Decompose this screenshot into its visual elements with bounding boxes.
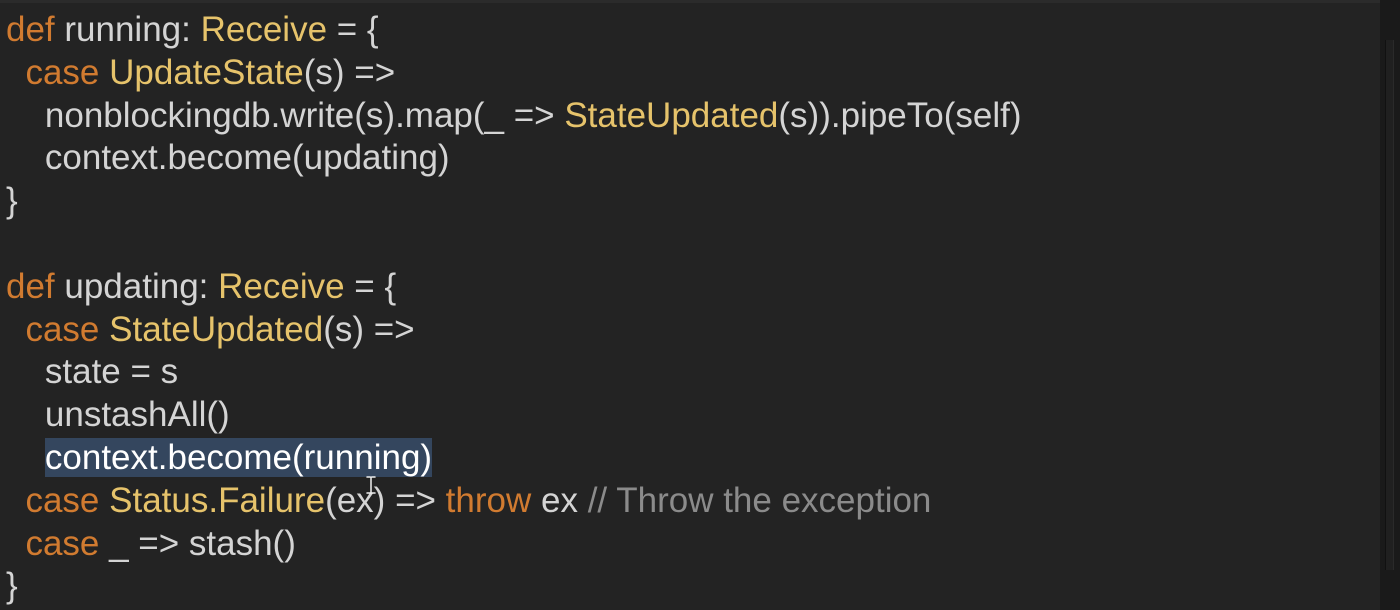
code-token: (s) => (303, 52, 396, 92)
code-token: case (25, 523, 100, 563)
code-line[interactable]: } (6, 180, 1022, 223)
code-token: = { (327, 10, 379, 49)
selected-code-token: context.become(running) (44, 437, 433, 477)
code-token: StateUpdated (564, 95, 779, 135)
code-line[interactable]: state = s (6, 351, 1022, 394)
code-token: ex (531, 480, 588, 520)
code-editor[interactable]: def running: Receive = { case UpdateStat… (0, 0, 1380, 610)
code-token: Receive (218, 266, 345, 306)
code-line[interactable]: nonblockingdb.write(s).map(_ => StateUpd… (6, 95, 1022, 138)
code-token: (s)).pipeTo(self) (778, 95, 1022, 135)
code-token: running: (54, 10, 201, 49)
code-line[interactable]: def running: Receive = { (6, 9, 1022, 52)
code-line[interactable]: case StateUpdated(s) => (6, 309, 1022, 352)
code-line[interactable]: case UpdateState(s) => (6, 52, 1022, 95)
code-token: state = s (6, 352, 179, 392)
code-token: (s) => (323, 309, 415, 349)
code-token: unstashAll() (6, 395, 230, 435)
code-token: } (6, 566, 18, 606)
code-block[interactable]: def running: Receive = { case UpdateStat… (6, 9, 1022, 608)
code-line[interactable] (6, 223, 1022, 266)
code-token: } (6, 181, 18, 221)
code-line[interactable]: } (6, 565, 1022, 608)
code-token: Receive (200, 10, 328, 49)
code-line[interactable]: def updating: Receive = { (6, 266, 1022, 309)
code-token: case (25, 309, 100, 349)
code-line[interactable]: case _ => stash() (6, 523, 1022, 566)
code-token: case (25, 480, 100, 520)
window-top-edge (0, 0, 1380, 3)
code-token: nonblockingdb.write(s).map(_ => (6, 95, 565, 135)
code-token: UpdateState (109, 52, 304, 92)
code-token: // Throw the exception (587, 480, 932, 520)
code-token: StateUpdated (109, 309, 324, 349)
code-line[interactable]: unstashAll() (6, 394, 1022, 437)
code-line[interactable]: case Status.Failure(ex) => throw ex // T… (6, 480, 1022, 523)
code-token: updating: (54, 266, 219, 306)
code-token: def (6, 266, 55, 306)
scrollbar-gutter[interactable] (1380, 0, 1400, 610)
code-token: throw (445, 480, 532, 520)
code-token: case (25, 52, 100, 92)
code-token: (ex) => (325, 480, 446, 520)
code-line[interactable]: context.become(running) (6, 437, 1022, 480)
code-line[interactable]: context.become(updating) (6, 137, 1022, 180)
code-token: def (6, 10, 55, 49)
text-cursor-icon (366, 476, 376, 494)
code-token: _ => stash() (99, 523, 296, 563)
code-token: Status.Failure (109, 480, 326, 520)
code-token: = { (344, 266, 397, 306)
code-token: context.become(updating) (6, 138, 450, 178)
